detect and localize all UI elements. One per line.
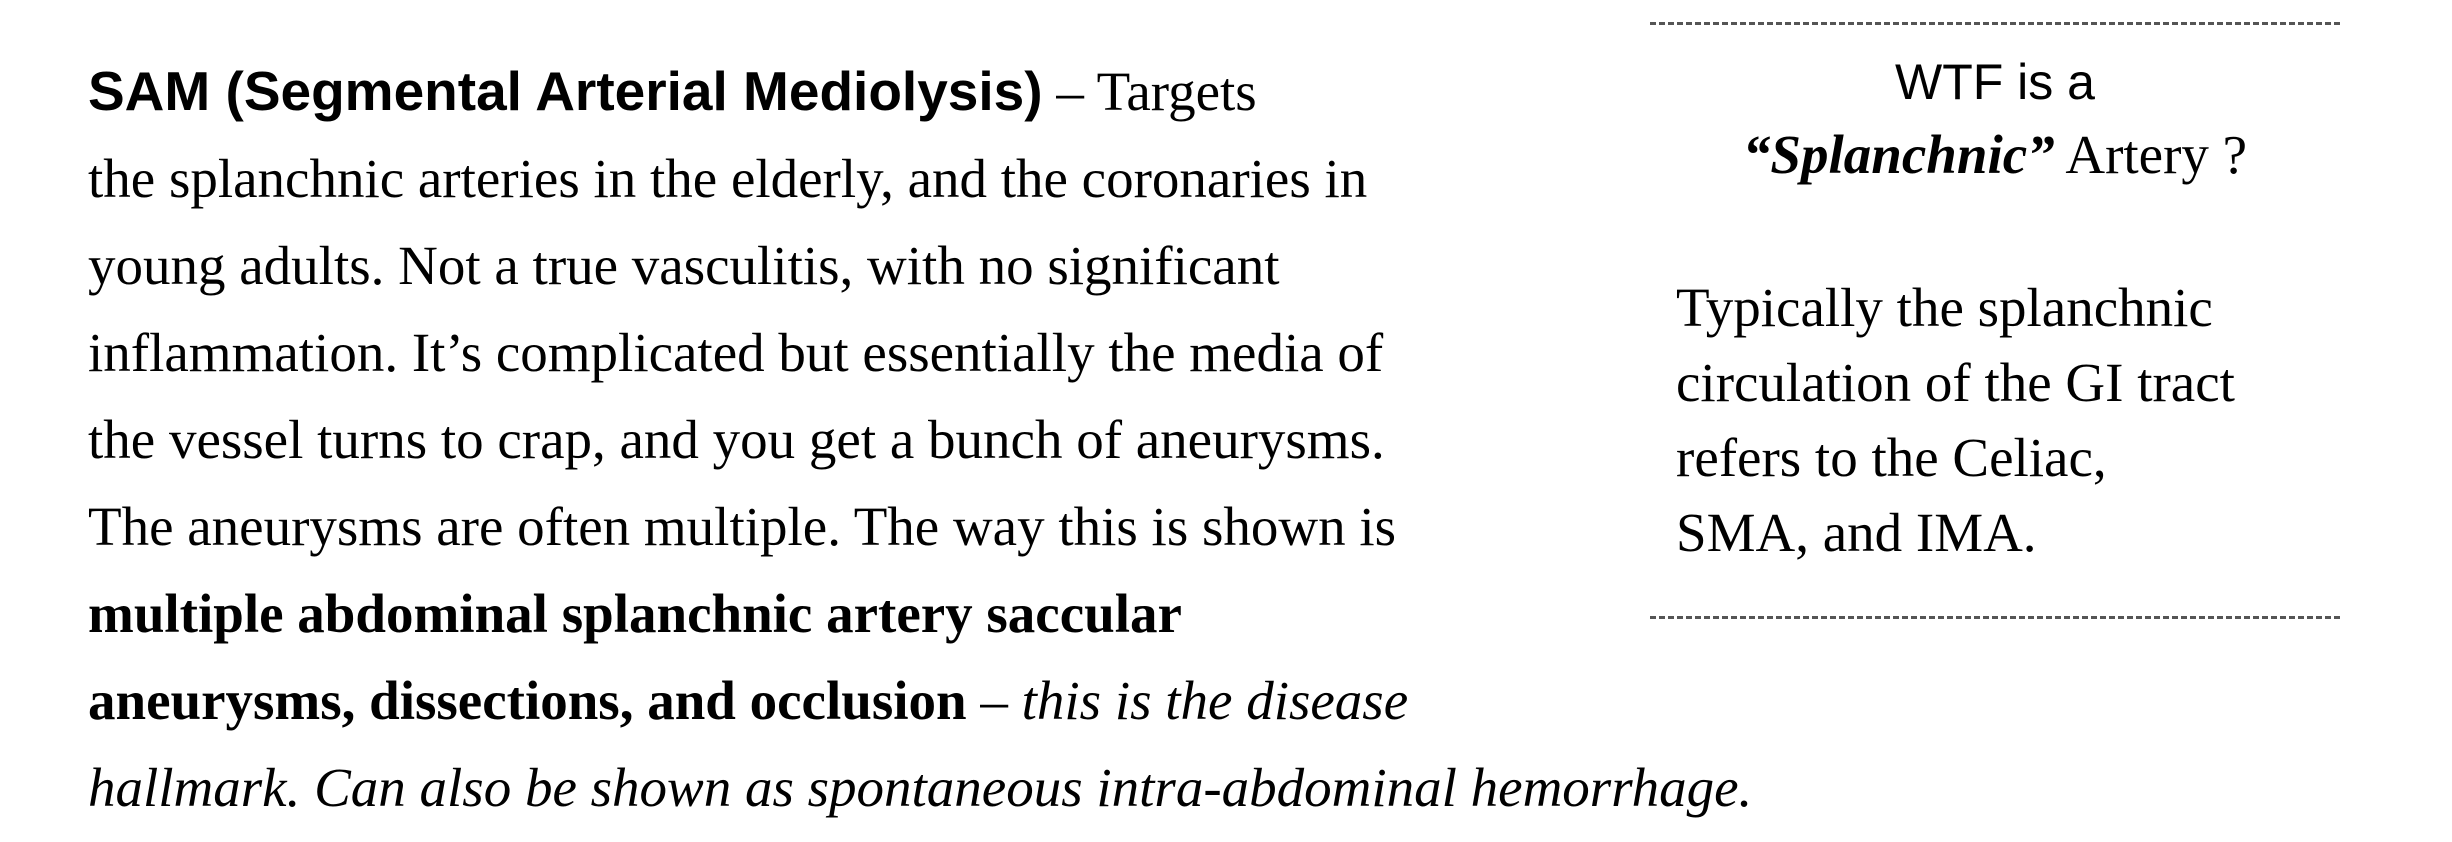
paragraph-line-7-bold: multiple abdominal splanchnic artery sac… (88, 583, 1182, 644)
sidebar-box: WTF is a “Splanchnic” Artery ? Typically… (1650, 22, 2340, 620)
heading-tail-text: – Targets (1042, 61, 1257, 122)
paragraph-line-4: inflammation. It’s complicated but essen… (88, 322, 1384, 383)
sidebar-body-line-4: SMA, and IMA. (1676, 502, 2037, 563)
section-heading: SAM (Segmental Arterial Mediolysis) (88, 60, 1043, 122)
paragraph-line-9-italic: hallmark. Can also be shown as spontaneo… (88, 757, 1753, 818)
sidebar-top-divider (1650, 22, 2340, 25)
main-paragraph: SAM (Segmental Arterial Mediolysis) – Ta… (88, 48, 1753, 831)
paragraph-line-1: SAM (Segmental Arterial Mediolysis) – Ta… (88, 48, 1568, 135)
sidebar-body-line-2: circulation of the GI tract (1676, 352, 2235, 413)
hallmark-bold-text: aneurysms, dissections, and occlusion (88, 670, 967, 731)
paragraph-line-8: aneurysms, dissections, and occlusion – … (88, 657, 1568, 744)
paragraph-line-2: the splanchnic arteries in the elderly, … (88, 148, 1368, 209)
splanchnic-term: “Splanchnic” (1742, 124, 2055, 185)
sidebar-body: Typically the splanchnic circulation of … (1676, 270, 2336, 570)
sidebar-body-line-3: refers to the Celiac, (1676, 427, 2107, 488)
dash-text: – (966, 670, 1022, 731)
paragraph-line-5: the vessel turns to crap, and you get a … (88, 409, 1385, 470)
sidebar-title-line-1: WTF is a (1895, 54, 2095, 110)
hallmark-italic-text: this is the disease (1021, 670, 1409, 731)
sidebar-title-line-2: “Splanchnic” Artery ? (1650, 122, 2340, 188)
sidebar-body-line-1: Typically the splanchnic (1676, 277, 2213, 338)
paragraph-line-3: young adults. Not a true vasculitis, wit… (88, 235, 1280, 296)
sidebar-bottom-divider (1650, 616, 2340, 619)
paragraph-line-6: The aneurysms are often multiple. The wa… (88, 496, 1397, 557)
sidebar-title-rest: Artery ? (2054, 124, 2248, 185)
